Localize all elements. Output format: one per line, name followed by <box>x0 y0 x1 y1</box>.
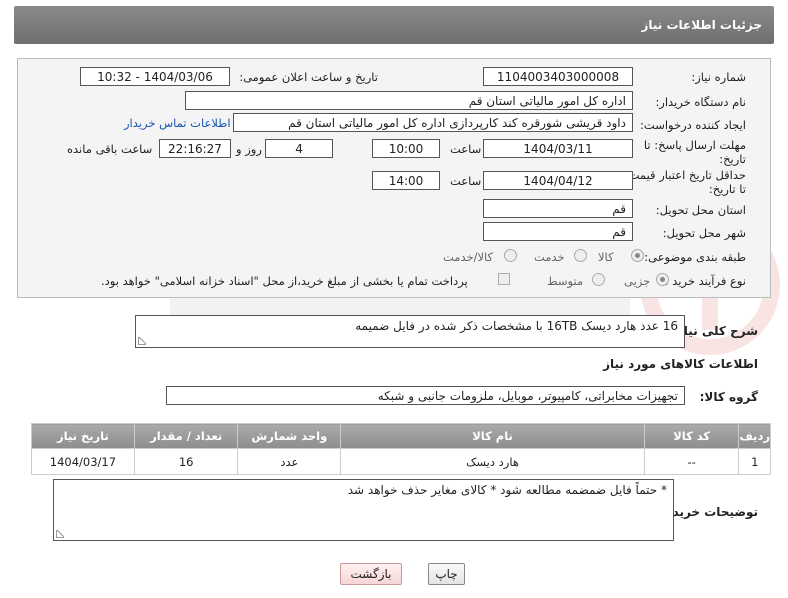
need-number-field: 1104003403000008 <box>483 67 633 86</box>
price-date-field: 1404/04/12 <box>483 171 633 190</box>
category-radio-goods[interactable] <box>631 249 644 262</box>
buyer-notes-text: * حتماً فایل ضمضمه مطالعه شود * کالای مغ… <box>347 483 667 497</box>
process-option-minor: جزیی <box>624 274 651 288</box>
col-need-date: تاریخ نیاز <box>31 423 135 449</box>
page-title: جزئیات اطلاعات نیاز <box>641 18 762 32</box>
cell-need-date: 1404/03/17 <box>31 448 135 475</box>
buyer-notes-textarea[interactable]: * حتماً فایل ضمضمه مطالعه شود * کالای مغ… <box>53 479 674 541</box>
category-option-goods: کالا <box>598 250 614 264</box>
resize-grip-icon[interactable] <box>56 530 64 538</box>
table-row: 1 -- هارد دیسک عدد 16 1404/03/17 <box>31 448 771 475</box>
resize-grip-icon[interactable] <box>138 337 146 345</box>
col-code: کد کالا <box>643 423 740 449</box>
page-header: جزئیات اطلاعات نیاز <box>14 6 774 44</box>
cell-code: -- <box>643 448 740 475</box>
category-radio-both[interactable] <box>504 249 517 262</box>
process-label: نوع فرآیند خرید : <box>664 274 746 288</box>
reply-date-field: 1404/03/11 <box>483 139 633 158</box>
items-table-header: ردیف کد کالا نام کالا واحد شمارش تعداد /… <box>31 423 771 449</box>
city-field: قم <box>483 222 633 241</box>
price-validity-label: حداقل تاریخ اعتبار قیمت: تا تاریخ: <box>624 168 746 196</box>
announce-label: تاریخ و ساعت اعلان عمومی: <box>239 70 378 84</box>
creator-label: ایجاد کننده درخواست: <box>640 118 746 132</box>
process-radio-medium[interactable] <box>592 273 605 286</box>
category-option-both: کالا/خدمت <box>443 250 494 264</box>
reply-deadline-label: مهلت ارسال پاسخ: تا تاریخ: <box>643 138 746 166</box>
province-label: استان محل تحویل: <box>655 203 746 217</box>
cell-quantity: 16 <box>133 448 239 475</box>
treasury-payment-checkbox[interactable] <box>498 273 510 285</box>
process-radio-minor[interactable] <box>656 273 669 286</box>
city-label: شهر محل تحویل: <box>662 226 746 240</box>
province-field: قم <box>483 199 633 218</box>
category-label: طبقه بندی موضوعی: <box>644 250 746 264</box>
reply-time-label: ساعت <box>450 142 482 156</box>
col-unit: واحد شمارش <box>237 423 342 449</box>
goods-section-title: اطلاعات کالاهای مورد نیاز <box>603 357 758 371</box>
col-quantity: تعداد / مقدار <box>133 423 239 449</box>
cell-name: هارد دیسک <box>340 448 645 475</box>
remaining-label: ساعت باقی مانده <box>67 142 153 156</box>
cell-row: 1 <box>738 448 771 475</box>
items-table: ردیف کد کالا نام کالا واحد شمارش تعداد /… <box>31 423 771 475</box>
category-option-service: خدمت <box>534 250 565 264</box>
goods-group-label: گروه کالا: <box>699 390 758 404</box>
description-text: 16 عدد هارد دیسک 16TB با مشخصات ذکر شده … <box>355 319 678 333</box>
price-time-label: ساعت <box>450 174 482 188</box>
creator-field: داود قریشی شورقره کند کارپردازی اداره کل… <box>233 113 633 132</box>
buyer-org-field: اداره کل امور مالیاتی استان قم <box>185 91 633 110</box>
buyer-org-label: نام دستگاه خریدار: <box>655 95 746 109</box>
back-button[interactable]: بازگشت <box>340 563 402 585</box>
goods-group-field: تجهیزات مخابراتی، کامپیوتر، موبایل، ملزو… <box>166 386 685 405</box>
treasury-payment-note: پرداخت تمام یا بخشی از مبلغ خرید،از محل … <box>101 274 468 288</box>
price-time-field: 14:00 <box>372 171 440 190</box>
col-name: نام کالا <box>340 423 645 449</box>
announce-field: 1404/03/06 - 10:32 <box>80 67 230 86</box>
reply-time-field: 10:00 <box>372 139 440 158</box>
cell-unit: عدد <box>237 448 342 475</box>
category-radio-service[interactable] <box>574 249 587 262</box>
process-option-medium: متوسط <box>547 274 584 288</box>
need-number-label: شماره نیاز: <box>691 70 746 84</box>
days-label: روز و <box>236 142 262 156</box>
reply-days-field: 4 <box>265 139 333 158</box>
description-textarea[interactable]: 16 عدد هارد دیسک 16TB با مشخصات ذکر شده … <box>135 315 685 348</box>
buyer-contact-link[interactable]: اطلاعات تماس خریدار <box>124 116 231 130</box>
col-row: ردیف <box>738 423 771 449</box>
remaining-time-field: 22:16:27 <box>159 139 231 158</box>
print-button[interactable]: چاپ <box>428 563 465 585</box>
